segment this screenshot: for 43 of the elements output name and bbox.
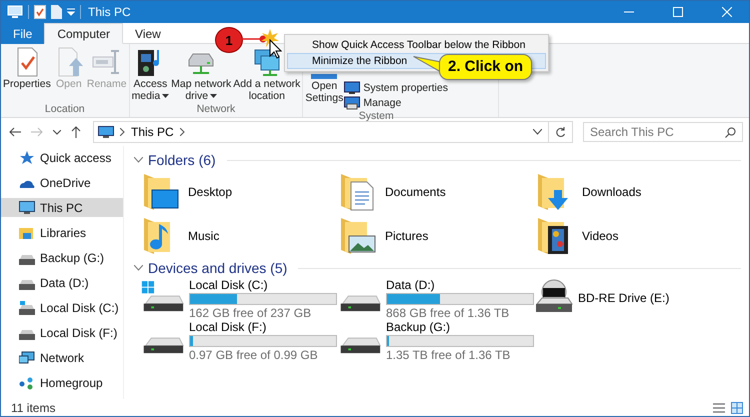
- sidebar-item[interactable]: OneDrive: [1, 173, 123, 192]
- free-space-text: 162 GB free of 237 GB: [189, 306, 312, 320]
- sidebar-item[interactable]: Libraries: [1, 223, 123, 242]
- folder-name[interactable]: Music: [188, 229, 220, 243]
- folder-name[interactable]: Downloads: [582, 185, 642, 199]
- menu-item[interactable]: Show Quick Access Toolbar below the Ribbon: [287, 37, 546, 53]
- free-space-text: 0.97 GB free of 0.99 GB: [189, 348, 319, 362]
- group-label: System: [358, 110, 394, 124]
- window-title: This PC: [88, 5, 131, 19]
- ribbon-button[interactable]: Properties: [2, 46, 52, 103]
- free-space-text: 868 GB free of 1.36 TB: [386, 306, 510, 320]
- item-count: 11 items: [11, 400, 56, 414]
- breadcrumb[interactable]: This PC: [131, 125, 174, 139]
- address-bar[interactable]: This PC: [93, 121, 573, 143]
- sidebar-item[interactable]: Local Disk (C:): [1, 298, 123, 317]
- folder-name[interactable]: Desktop: [188, 185, 232, 199]
- sidebar-item[interactable]: This PC: [1, 198, 123, 217]
- sidebar-item[interactable]: Data (D:): [1, 273, 123, 292]
- drive-name[interactable]: Local Disk (C:): [189, 278, 337, 292]
- ribbon-button[interactable]: Manage: [344, 96, 448, 110]
- ribbon-button[interactable]: System properties: [344, 81, 448, 95]
- sidebar-item[interactable]: Backup (G:): [1, 248, 123, 267]
- section-title[interactable]: Folders (6): [148, 152, 216, 168]
- drive-name[interactable]: Local Disk (F:): [189, 320, 337, 334]
- sidebar-item[interactable]: Homegroup: [1, 373, 123, 392]
- drive-name[interactable]: Data (D:): [386, 278, 534, 292]
- group-label: Location: [44, 103, 85, 117]
- search-field[interactable]: Search This PC: [583, 122, 743, 142]
- folder-name[interactable]: Documents: [385, 185, 446, 199]
- folder-name[interactable]: Videos: [582, 229, 618, 243]
- sidebar-item[interactable]: Network: [1, 348, 123, 367]
- ribbon-tab[interactable]: View: [123, 23, 173, 44]
- ribbon-tab[interactable]: Computer: [44, 23, 124, 44]
- sidebar-item[interactable]: Local Disk (F:): [1, 323, 123, 342]
- ribbon-button[interactable]: Access media: [130, 46, 170, 103]
- drive-name[interactable]: BD-RE Drive (E:): [578, 291, 670, 305]
- drive-name[interactable]: Backup (G:): [386, 320, 534, 334]
- section-title[interactable]: Devices and drives (5): [148, 260, 288, 276]
- sidebar-item[interactable]: Quick access: [1, 148, 123, 167]
- free-space-text: 1.35 TB free of 1.36 TB: [386, 348, 512, 362]
- group-label: Network: [196, 103, 236, 117]
- ribbon-tab[interactable]: File: [1, 23, 44, 44]
- folder-name[interactable]: Pictures: [385, 229, 428, 243]
